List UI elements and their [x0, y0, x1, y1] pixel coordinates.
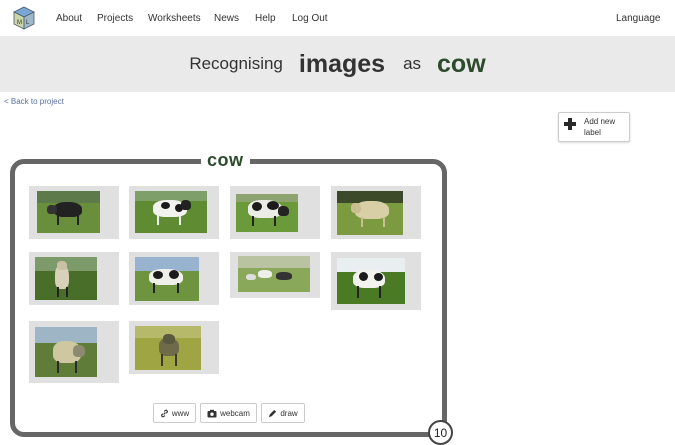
cow-photo-4: [337, 191, 403, 235]
pencil-icon: [269, 409, 277, 417]
label-title[interactable]: cow: [207, 150, 244, 170]
top-navbar: M L About Projects Worksheets News Help …: [0, 0, 675, 36]
page-title: Recognising images as cow: [0, 36, 675, 92]
add-image-by-drawing-button[interactable]: draw: [261, 403, 305, 423]
nav-help[interactable]: Help: [255, 13, 276, 24]
nav-log-out[interactable]: Log Out: [292, 13, 328, 24]
nav-language[interactable]: Language: [616, 13, 661, 24]
title-word-as: as: [403, 54, 422, 73]
add-new-label-button[interactable]: Add new label: [558, 112, 630, 142]
link-icon: [160, 409, 168, 417]
cow-photo-2: [135, 191, 207, 233]
title-word-images: images: [298, 49, 386, 78]
training-image-thumbnail[interactable]: [129, 186, 219, 239]
nav-worksheets[interactable]: Worksheets: [148, 13, 201, 24]
training-image-thumbnail[interactable]: [129, 252, 219, 305]
training-image-thumbnail[interactable]: [29, 321, 119, 383]
draw-label: draw: [280, 408, 298, 418]
training-image-thumbnail[interactable]: [29, 186, 119, 239]
nav-news[interactable]: News: [214, 13, 239, 24]
training-image-thumbnail[interactable]: [230, 252, 320, 298]
add-new-label-text: Add new label: [584, 117, 616, 137]
cow-photo-1: [37, 191, 100, 233]
label-title-wrap: cow: [201, 150, 250, 170]
add-image-from-www-button[interactable]: www: [153, 403, 196, 423]
www-label: www: [171, 408, 190, 418]
plus-icon: [564, 118, 576, 130]
training-image-thumbnail[interactable]: [129, 321, 219, 374]
svg-text:M: M: [17, 20, 22, 26]
nav-projects[interactable]: Projects: [97, 13, 133, 24]
cow-photo-7: [238, 256, 310, 292]
cow-photo-9: [35, 327, 97, 377]
page: M L About Projects Worksheets News Help …: [0, 0, 675, 445]
cow-photo-10: [135, 326, 201, 370]
machine-learning-for-kids-cube-icon[interactable]: M L: [12, 6, 36, 30]
title-word-recognising: Recognising: [189, 54, 283, 73]
training-image-thumbnail[interactable]: [29, 252, 119, 305]
title-label-name: cow: [437, 49, 486, 78]
camera-icon: [207, 409, 217, 417]
cow-photo-6: [135, 257, 199, 301]
cow-photo-5: [35, 257, 97, 300]
add-image-from-webcam-button[interactable]: webcam: [200, 403, 257, 423]
cow-photo-8: [337, 258, 405, 304]
image-count-badge: 10: [428, 420, 453, 445]
nav-about[interactable]: About: [56, 13, 82, 24]
cow-photo-3: [236, 194, 298, 232]
training-image-thumbnail[interactable]: [331, 186, 421, 239]
back-to-project-link[interactable]: < Back to project: [4, 97, 64, 106]
training-image-thumbnail[interactable]: [230, 186, 320, 239]
training-image-thumbnail[interactable]: [331, 252, 421, 310]
webcam-label: webcam: [220, 408, 250, 418]
page-title-band: Recognising images as cow: [0, 36, 675, 92]
